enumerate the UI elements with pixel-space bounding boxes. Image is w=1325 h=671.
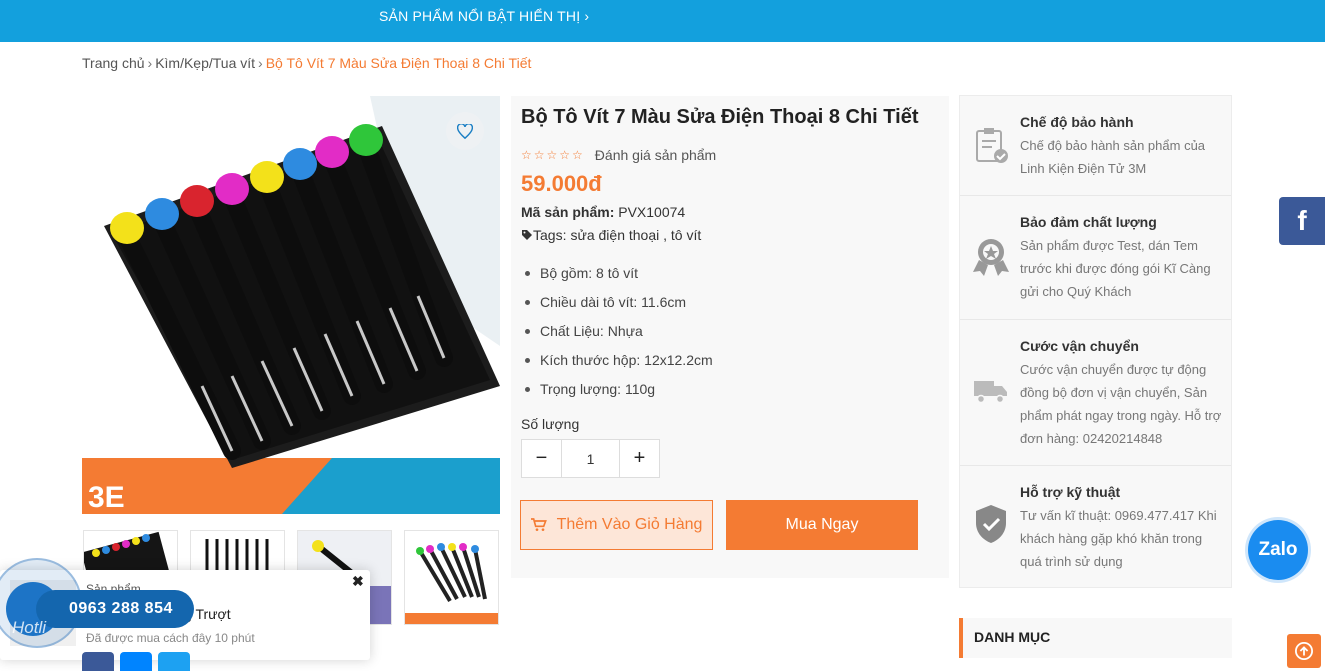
policy-description: Chế độ bảo hành sản phẩm của Linh Kiện Đ… (1020, 138, 1206, 176)
breadcrumb: Trang chủ › Kìm/Kẹp/Tua vít › Bộ Tô Vít 7 Mà… (82, 55, 531, 71)
policy-description: Tư vấn kĩ thuật: 0969.477.417 Khi khách … (1020, 508, 1217, 569)
facebook-float-button[interactable]: f (1279, 197, 1325, 245)
breadcrumb-category[interactable]: Kìm/Kẹp/Tua vít (155, 55, 255, 71)
top-navigation-bar: SẢN PHẨM NỔI BẬT HIỂN THỊ › (0, 0, 1325, 42)
screwdriver-set-illustration: 3E (82, 96, 500, 514)
sku-value: PVX10074 (618, 204, 686, 220)
hotline-label: Hotli (12, 618, 47, 637)
award-badge-icon (968, 234, 1014, 280)
tag-icon (522, 230, 532, 240)
tag-separator: , (659, 227, 671, 243)
clipboard-check-icon (968, 122, 1014, 168)
buy-now-button[interactable]: Mua Ngay (726, 500, 918, 550)
cart-icon (530, 518, 547, 531)
spec-item: Chiều dài tô vít: 11.6cm (521, 290, 713, 319)
spec-item: Trọng lượng: 110g (521, 377, 713, 406)
popup-time: Đã được mua cách đây 10 phút (86, 631, 255, 645)
product-tags: Tags: sửa điện thoại , tô vít (521, 227, 701, 243)
shield-check-icon (968, 501, 1014, 547)
policy-title: Hỗ trợ kỹ thuật (1020, 484, 1121, 500)
breadcrumb-separator: › (147, 55, 153, 71)
product-title: Bộ Tô Vít 7 Màu Sửa Điện Thoại 8 Chi Tiế… (521, 106, 919, 128)
policy-title: Cước vận chuyển (1020, 338, 1139, 354)
policy-description: Cước vận chuyển được tự động đồng bộ đơn… (1020, 362, 1222, 446)
policy-quality: Bảo đảm chất lượng Sản phẩm được Test, d… (960, 196, 1231, 320)
spec-item: Bộ gồm: 8 tô vít (521, 261, 713, 290)
quantity-label: Số lượng (521, 416, 580, 432)
add-to-cart-label: Thêm Vào Giỏ Hàng (556, 516, 703, 533)
tag-link-sua-dien-thoai[interactable]: sửa điện thoại (570, 227, 659, 243)
heart-icon (457, 123, 473, 139)
product-price: 59.000đ (521, 171, 602, 196)
tag-link-to-vit[interactable]: tô vít (671, 227, 701, 243)
policy-shipping: Cước vận chuyển Cước vận chuyển được tự … (960, 320, 1231, 466)
rating-stars-icon[interactable]: ☆☆☆☆☆ (521, 148, 585, 162)
product-info-panel: Bộ Tô Vít 7 Màu Sửa Điện Thoại 8 Chi Tiế… (511, 96, 949, 578)
quantity-decrease-button[interactable]: − (522, 440, 561, 477)
quantity-input[interactable]: 1 (561, 440, 620, 477)
svg-text:3E: 3E (88, 481, 125, 514)
add-to-cart-button[interactable]: Thêm Vào Giỏ Hàng (520, 500, 713, 550)
messenger-share-icon[interactable] (120, 652, 152, 671)
popup-close-button[interactable]: ✖ (352, 573, 364, 590)
spec-item: Chất Liệu: Nhựa (521, 319, 713, 348)
policy-tech-support: Hỗ trợ kỹ thuật Tư vấn kĩ thuật: 0969.47… (960, 466, 1231, 587)
rating-label: Đánh giá sản phẩm (594, 147, 717, 163)
featured-products-link[interactable]: SẢN PHẨM NỔI BẬT HIỂN THỊ › (379, 8, 589, 24)
product-rating[interactable]: ☆☆☆☆☆ Đánh giá sản phẩm (521, 147, 716, 163)
wishlist-button[interactable] (446, 112, 484, 150)
policy-warranty: Chế độ bảo hành Chế độ bảo hành sản phẩm… (960, 96, 1231, 196)
arrow-up-icon (1295, 642, 1313, 660)
zalo-chat-button[interactable]: Zalo (1248, 520, 1308, 580)
product-specs-list: Bộ gồm: 8 tô vít Chiều dài tô vít: 11.6c… (521, 261, 713, 406)
category-section-header: DANH MỤC (959, 618, 1232, 658)
scroll-to-top-button[interactable] (1287, 634, 1321, 668)
spec-item: Kích thước hộp: 12x12.2cm (521, 348, 713, 377)
zalo-label: Zalo (1258, 539, 1298, 560)
breadcrumb-home[interactable]: Trang chủ (82, 55, 145, 71)
policy-description: Sản phẩm được Test, dán Tem trước khi đư… (1020, 238, 1211, 299)
quantity-stepper: − 1 + (521, 439, 660, 478)
hotline-button[interactable]: 0963 288 854 (36, 590, 194, 628)
breadcrumb-separator: › (258, 55, 263, 71)
breadcrumb-current: Bộ Tô Vít 7 Màu Sửa Điện Thoại 8 Chi Tiế… (265, 55, 532, 71)
facebook-share-icon[interactable] (82, 652, 114, 671)
sku-label: Mã sản phẩm: (521, 204, 615, 220)
category-title: DANH MỤC (974, 629, 1051, 645)
product-thumbnail-4[interactable] (404, 530, 499, 625)
policy-title: Bảo đảm chất lượng (1020, 214, 1157, 230)
quantity-increase-button[interactable]: + (620, 440, 659, 477)
twitter-share-icon[interactable] (158, 652, 190, 671)
product-sku: Mã sản phẩm: PVX10074 (521, 204, 685, 220)
policies-panel: Chế độ bảo hành Chế độ bảo hành sản phẩm… (959, 95, 1232, 588)
thumbnail-image (405, 543, 498, 624)
product-main-image[interactable]: 3E (82, 96, 500, 514)
facebook-icon: f (1297, 205, 1307, 236)
truck-icon (968, 368, 1014, 414)
tags-label: Tags: (533, 227, 567, 243)
hotline-phone: 0963 288 854 (69, 600, 173, 617)
policy-title: Chế độ bảo hành (1020, 114, 1134, 130)
share-buttons (82, 652, 196, 671)
